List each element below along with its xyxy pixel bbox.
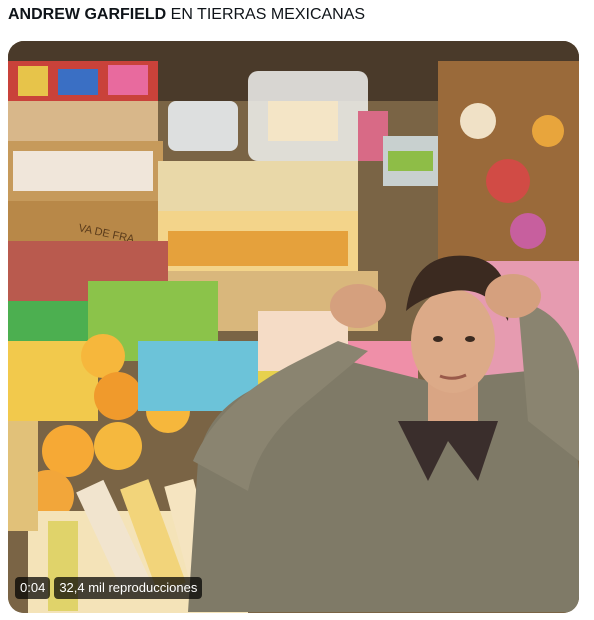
video-timestamp: 0:04 — [15, 577, 51, 599]
video-frame: VA DE FRA — [8, 41, 579, 613]
video-overlay: 0:04 32,4 mil reproducciones — [15, 577, 203, 599]
caption-text: EN TIERRAS MEXICANAS — [166, 6, 366, 23]
caption-name: ANDREW GARFIELD — [8, 6, 167, 23]
tweet-caption: ANDREW GARFIELD EN TIERRAS MEXICANAS — [8, 6, 365, 24]
view-count: 32,4 mil reproducciones — [54, 577, 203, 599]
video-player[interactable]: VA DE FRA — [8, 41, 579, 613]
